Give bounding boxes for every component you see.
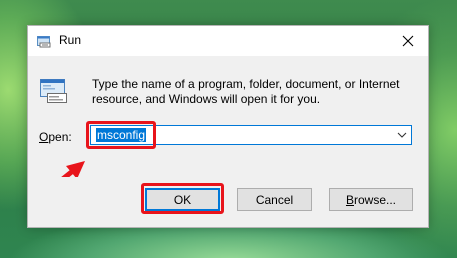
dropdown-button[interactable] xyxy=(393,126,411,144)
browse-mnemonic: B xyxy=(345,192,354,207)
open-label-mnemonic: O xyxy=(39,130,49,144)
cancel-button-label: Cancel xyxy=(255,192,294,207)
browse-button-label: Browse... xyxy=(346,193,396,207)
title-bar: Run xyxy=(28,26,428,56)
run-icon xyxy=(37,36,51,48)
instructions-line-1: Type the name of a program, folder, docu… xyxy=(92,77,400,91)
browse-rest: rowse... xyxy=(354,192,397,207)
input-highlight-annotation xyxy=(86,121,156,149)
instructions-line-2: resource, and Windows will open it for y… xyxy=(92,92,321,106)
window-title: Run xyxy=(59,33,82,47)
run-dialog: Run Type the name of a program, folder, … xyxy=(27,25,429,228)
open-label: Open: xyxy=(39,130,72,144)
close-icon xyxy=(402,35,414,47)
chevron-down-icon xyxy=(397,132,407,138)
instructions-text: Type the name of a program, folder, docu… xyxy=(92,77,412,107)
close-button[interactable] xyxy=(388,26,428,56)
run-program-icon xyxy=(40,79,67,103)
open-label-rest: pen: xyxy=(48,130,72,144)
cancel-button[interactable]: Cancel xyxy=(237,188,312,211)
ok-button-label: OK xyxy=(173,192,192,207)
ok-button[interactable]: OK xyxy=(145,188,220,211)
browse-button[interactable]: Browse... xyxy=(329,188,413,211)
